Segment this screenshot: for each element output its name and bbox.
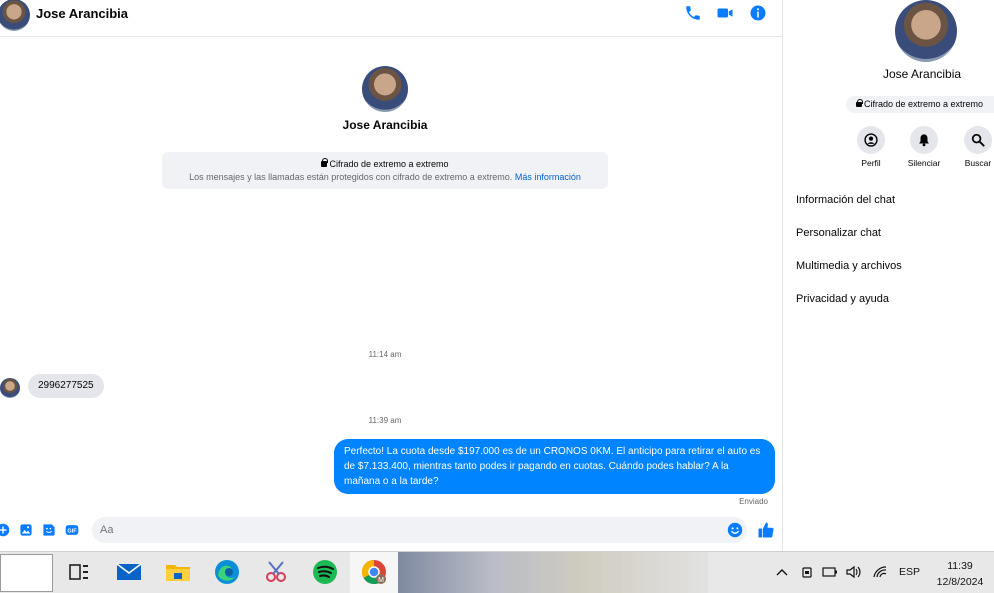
message-status: Enviado bbox=[739, 497, 768, 506]
meet-now-icon[interactable] bbox=[800, 565, 814, 579]
chat-details-panel: Jose Arancibia Cifrado de extremo a extr… bbox=[782, 0, 994, 551]
chrome-icon[interactable]: M bbox=[359, 557, 389, 587]
message-timestamp: 11:39 am bbox=[368, 416, 402, 425]
info-icon[interactable] bbox=[749, 4, 767, 22]
mute-label: Silenciar bbox=[907, 158, 941, 168]
desktop-wallpaper-strip bbox=[398, 552, 708, 593]
panel-avatar[interactable] bbox=[895, 0, 957, 62]
customize-chat-menu-item[interactable]: Personalizar chat bbox=[796, 227, 881, 239]
privacy-support-menu-item[interactable]: Privacidad y ayuda bbox=[796, 293, 889, 305]
volume-icon[interactable] bbox=[846, 565, 862, 579]
message-timestamp: 11:14 am bbox=[368, 350, 402, 359]
clock-date: 12/8/2024 bbox=[936, 576, 984, 588]
snipping-tool-icon[interactable] bbox=[261, 557, 291, 587]
clock-time: 11:39 bbox=[947, 560, 973, 572]
svg-text:M: M bbox=[378, 577, 384, 584]
message-input[interactable] bbox=[92, 517, 747, 543]
like-icon[interactable] bbox=[757, 521, 775, 539]
encryption-badge: Cifrado de extremo a extremo bbox=[846, 96, 994, 113]
video-call-icon[interactable] bbox=[716, 4, 734, 22]
wifi-icon[interactable] bbox=[872, 565, 888, 579]
encryption-description: Los mensajes y las llamadas están proteg… bbox=[189, 172, 581, 182]
task-view-icon[interactable] bbox=[64, 557, 94, 587]
chat-header: Jose Arancibia bbox=[0, 0, 782, 37]
phone-call-icon[interactable] bbox=[684, 4, 702, 22]
chevron-up-icon[interactable] bbox=[776, 567, 788, 577]
more-info-link[interactable]: Más información bbox=[515, 172, 581, 182]
contact-name[interactable]: Jose Arancibia bbox=[36, 6, 128, 21]
edge-icon[interactable] bbox=[212, 557, 242, 587]
battery-icon[interactable] bbox=[822, 566, 838, 578]
plus-icon[interactable] bbox=[0, 523, 10, 537]
media-files-menu-item[interactable]: Multimedia y archivos bbox=[796, 260, 902, 272]
encryption-notice: Cifrado de extremo a extremo Los mensaje… bbox=[162, 152, 608, 189]
svg-text:GIF: GIF bbox=[67, 528, 77, 534]
emoji-icon[interactable] bbox=[727, 522, 743, 538]
lock-icon bbox=[321, 158, 329, 167]
search-icon bbox=[971, 133, 985, 147]
mute-button[interactable]: Silenciar bbox=[899, 126, 949, 168]
gif-icon[interactable]: GIF bbox=[65, 523, 79, 537]
search-label: Buscar bbox=[964, 158, 992, 168]
outgoing-message[interactable]: Perfecto! La cuota desde $197.000 es de … bbox=[334, 439, 775, 494]
system-clock[interactable]: 11:39 12/8/2024 bbox=[932, 558, 988, 590]
sender-avatar[interactable] bbox=[0, 378, 20, 398]
sticker-icon[interactable] bbox=[42, 523, 56, 537]
mail-icon[interactable] bbox=[114, 557, 144, 587]
lock-icon bbox=[856, 99, 863, 107]
encryption-title: Cifrado de extremo a extremo bbox=[162, 158, 608, 169]
taskbar: M ESP 11:39 12/8/2024 bbox=[0, 551, 994, 593]
incoming-message[interactable]: 2996277525 bbox=[28, 374, 104, 398]
file-explorer-icon[interactable] bbox=[163, 557, 193, 587]
profile-button[interactable]: Perfil bbox=[846, 126, 896, 168]
message-composer: GIF bbox=[0, 515, 782, 547]
profile-name: Jose Arancibia bbox=[342, 118, 428, 132]
profile-avatar[interactable] bbox=[362, 66, 408, 112]
taskbar-search-box[interactable] bbox=[0, 554, 53, 592]
bell-icon bbox=[919, 134, 929, 147]
profile-label: Perfil bbox=[861, 158, 881, 168]
panel-contact-name: Jose Arancibia bbox=[883, 67, 962, 81]
chat-window: Jose Arancibia Jose Arancibia Cifrado de… bbox=[0, 0, 782, 551]
chat-info-menu-item[interactable]: Información del chat bbox=[796, 194, 895, 206]
spotify-icon[interactable] bbox=[310, 557, 340, 587]
profile-icon bbox=[864, 133, 878, 147]
photo-icon[interactable] bbox=[19, 523, 33, 537]
search-button[interactable]: Buscar bbox=[953, 126, 994, 168]
language-indicator[interactable]: ESP bbox=[899, 566, 920, 578]
contact-avatar[interactable] bbox=[0, 0, 30, 31]
